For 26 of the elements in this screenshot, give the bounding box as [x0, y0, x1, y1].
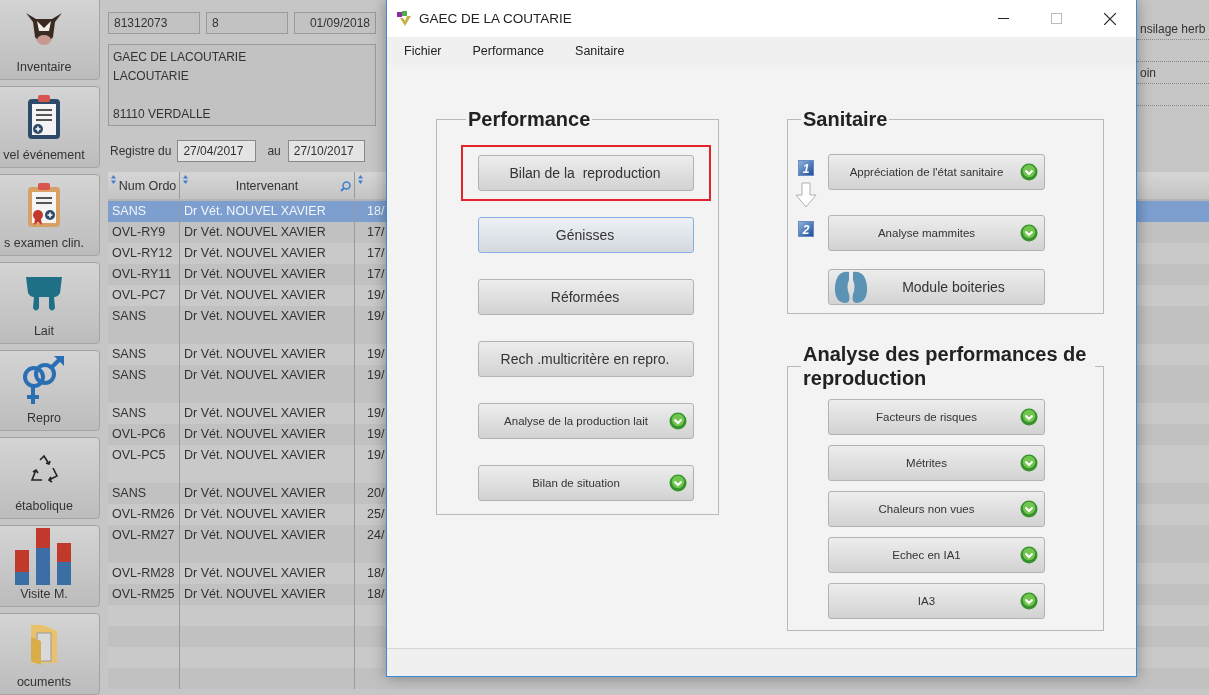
table-cell-text: 19/: [366, 308, 386, 325]
step-number: 2: [798, 221, 814, 237]
table-cell-text: 19/: [366, 367, 386, 384]
table-cell-text: 19/: [366, 405, 386, 422]
list-item-text: nsilage herb: [1140, 22, 1206, 36]
table-cell-text: 24/: [366, 527, 386, 544]
table-cell-text: 18/: [366, 203, 386, 220]
field-label: au: [267, 144, 281, 158]
table-cell-text: 20/: [366, 485, 386, 502]
table-cell-text: 17/: [366, 245, 386, 262]
list-item-text: oin: [1140, 66, 1156, 80]
window-title: GAEC DE LA COUTARIE: [419, 11, 572, 26]
group-title: Analyse des performances de reproduction: [802, 342, 1088, 390]
group-title: Performance: [467, 107, 592, 131]
table-cell-text: 19/: [366, 346, 386, 363]
table-cell-text: 19/: [366, 287, 386, 304]
table-cell-text: 19/: [366, 447, 386, 464]
table-cell-text: 19/: [366, 426, 386, 443]
table-cell-text: 18/: [366, 565, 386, 582]
table-cell-text: 17/: [366, 266, 386, 283]
field-label: Registre du: [110, 144, 172, 158]
group-title: Sanitaire: [802, 107, 889, 131]
table-cell-text: 17/: [366, 224, 386, 241]
step-number: 1: [798, 160, 814, 176]
table-cell-text: 25/: [366, 506, 386, 523]
table-cell-text: 18/: [366, 586, 386, 603]
